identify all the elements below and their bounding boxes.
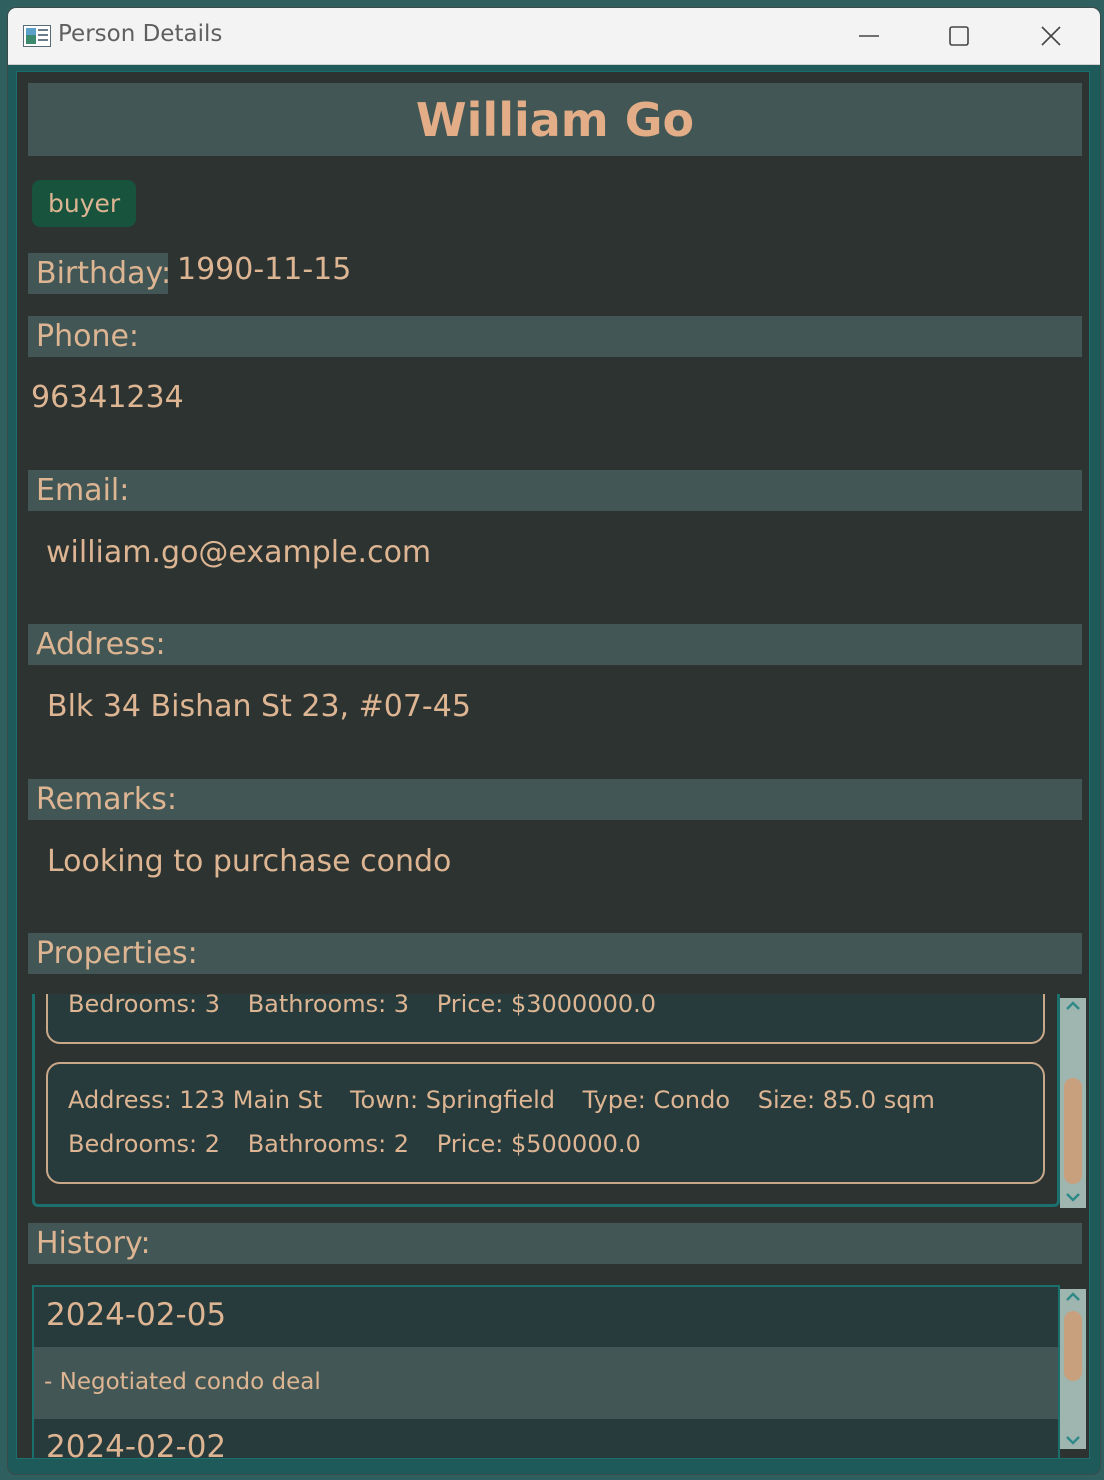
history-note-row: - Negotiated condo deal — [34, 1347, 1058, 1419]
property-details-line: Bedrooms: 2 Bathrooms: 2 Price: $500000.… — [68, 1130, 661, 1158]
history-label: History: — [28, 1223, 1082, 1264]
history-entry[interactable]: 2024-02-02 — [34, 1421, 1058, 1459]
history-scrollbar[interactable] — [1060, 1289, 1086, 1449]
address-label: Address: — [28, 624, 1082, 665]
property-price: Price: $500000.0 — [436, 1130, 641, 1158]
scroll-down-icon[interactable] — [1065, 1435, 1081, 1445]
close-button[interactable] — [1006, 8, 1096, 64]
remarks-value: Looking to purchase condo — [47, 844, 452, 879]
title-bar[interactable]: Person Details — [8, 8, 1100, 65]
properties-label: Properties: — [28, 933, 1082, 974]
email-value: william.go@example.com — [46, 535, 432, 570]
tag-badge: buyer — [32, 180, 137, 227]
scroll-down-icon[interactable] — [1065, 1192, 1081, 1202]
email-label: Email: — [28, 470, 1082, 511]
properties-scrollbar[interactable] — [1060, 998, 1086, 1208]
property-card[interactable]: Address: 123 Main St Town: Springfield T… — [46, 1062, 1045, 1184]
remarks-label: Remarks: — [28, 779, 1082, 820]
history-list[interactable]: 2024-02-05 - Negotiated condo deal 2024-… — [32, 1285, 1060, 1459]
maximize-icon — [949, 26, 969, 46]
minimize-icon — [859, 35, 879, 37]
scroll-up-icon[interactable] — [1065, 1292, 1081, 1302]
property-bedrooms: Bedrooms: 3 — [68, 994, 221, 1018]
details-panel: William Go buyer Birthday: 1990-11-15 Ph… — [16, 71, 1090, 1459]
property-size: Size: 85.0 sqm — [757, 1086, 935, 1114]
person-details-window: Person Details William Go buyer Birthday… — [8, 8, 1100, 1474]
property-summary-line: Address: 123 Main St Town: Springfield T… — [68, 1086, 955, 1114]
property-bathrooms: Bathrooms: 3 — [247, 994, 410, 1018]
address-value: Blk 34 Bishan St 23, #07-45 — [47, 689, 471, 724]
history-scroll-thumb[interactable] — [1064, 1311, 1082, 1381]
maximize-button[interactable] — [914, 8, 1004, 64]
history-entry[interactable]: 2024-02-05 — [34, 1287, 1058, 1345]
properties-list[interactable]: Bedrooms: 3 Bathrooms: 3 Price: $3000000… — [32, 994, 1060, 1207]
close-icon — [1041, 26, 1061, 46]
property-bathrooms: Bathrooms: 2 — [247, 1130, 410, 1158]
property-card[interactable]: Bedrooms: 3 Bathrooms: 3 Price: $3000000… — [46, 994, 1045, 1044]
property-bedrooms: Bedrooms: 2 — [68, 1130, 221, 1158]
history-date: 2024-02-02 — [46, 1429, 227, 1459]
scroll-up-icon[interactable] — [1065, 1001, 1081, 1011]
window-title: Person Details — [58, 21, 223, 47]
phone-value: 96341234 — [31, 380, 184, 415]
properties-scroll-thumb[interactable] — [1064, 1078, 1082, 1184]
history-note: - Negotiated condo deal — [44, 1369, 321, 1395]
property-details-line: Bedrooms: 3 Bathrooms: 3 Price: $3000000… — [68, 994, 676, 1018]
history-date: 2024-02-05 — [46, 1297, 227, 1333]
property-town: Town: Springfield — [349, 1086, 555, 1114]
birthday-value: 1990-11-15 — [177, 252, 352, 287]
name-header: William Go — [28, 83, 1082, 156]
person-name: William Go — [415, 92, 695, 147]
property-type: Type: Condo — [582, 1086, 731, 1114]
minimize-button[interactable] — [824, 8, 914, 64]
app-icon — [23, 25, 51, 47]
property-address: Address: 123 Main St — [68, 1086, 323, 1114]
property-price: Price: $3000000.0 — [436, 994, 657, 1018]
phone-label: Phone: — [28, 316, 1082, 357]
birthday-label: Birthday: — [28, 253, 171, 294]
